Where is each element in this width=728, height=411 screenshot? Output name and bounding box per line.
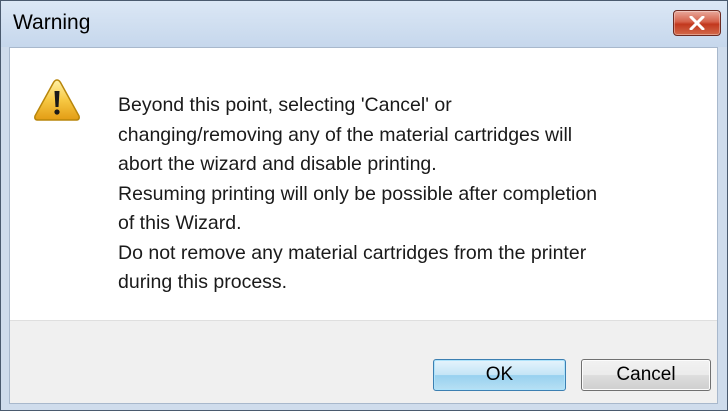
warning-triangle-icon <box>34 79 80 121</box>
button-bar: OK Cancel <box>10 320 717 403</box>
close-x-icon <box>689 16 705 30</box>
dialog-client-area: Beyond this point, selecting 'Cancel' or… <box>9 47 718 404</box>
message-line: abort the wizard and disable printing. <box>118 153 437 175</box>
message-line: during this process. <box>118 271 288 293</box>
title-bar[interactable]: Warning <box>1 1 727 47</box>
warning-message: Beyond this point, selecting 'Cancel' or… <box>118 91 713 298</box>
close-button[interactable] <box>673 10 721 36</box>
ok-button[interactable]: OK <box>433 359 566 391</box>
message-line: Do not remove any material cartridges fr… <box>118 241 587 264</box>
cancel-button[interactable]: Cancel <box>581 359 711 391</box>
message-line: of this Wizard. <box>118 212 242 234</box>
message-line: changing/removing any of the material ca… <box>118 123 573 146</box>
message-line: Beyond this point, selecting 'Cancel' or <box>118 94 452 116</box>
warning-dialog: Warning Beyond this point, selecting 'Ca… <box>0 0 728 411</box>
window-title: Warning <box>13 11 91 34</box>
message-line: Resuming printing will only be possible … <box>118 182 598 205</box>
message-area: Beyond this point, selecting 'Cancel' or… <box>10 48 717 320</box>
